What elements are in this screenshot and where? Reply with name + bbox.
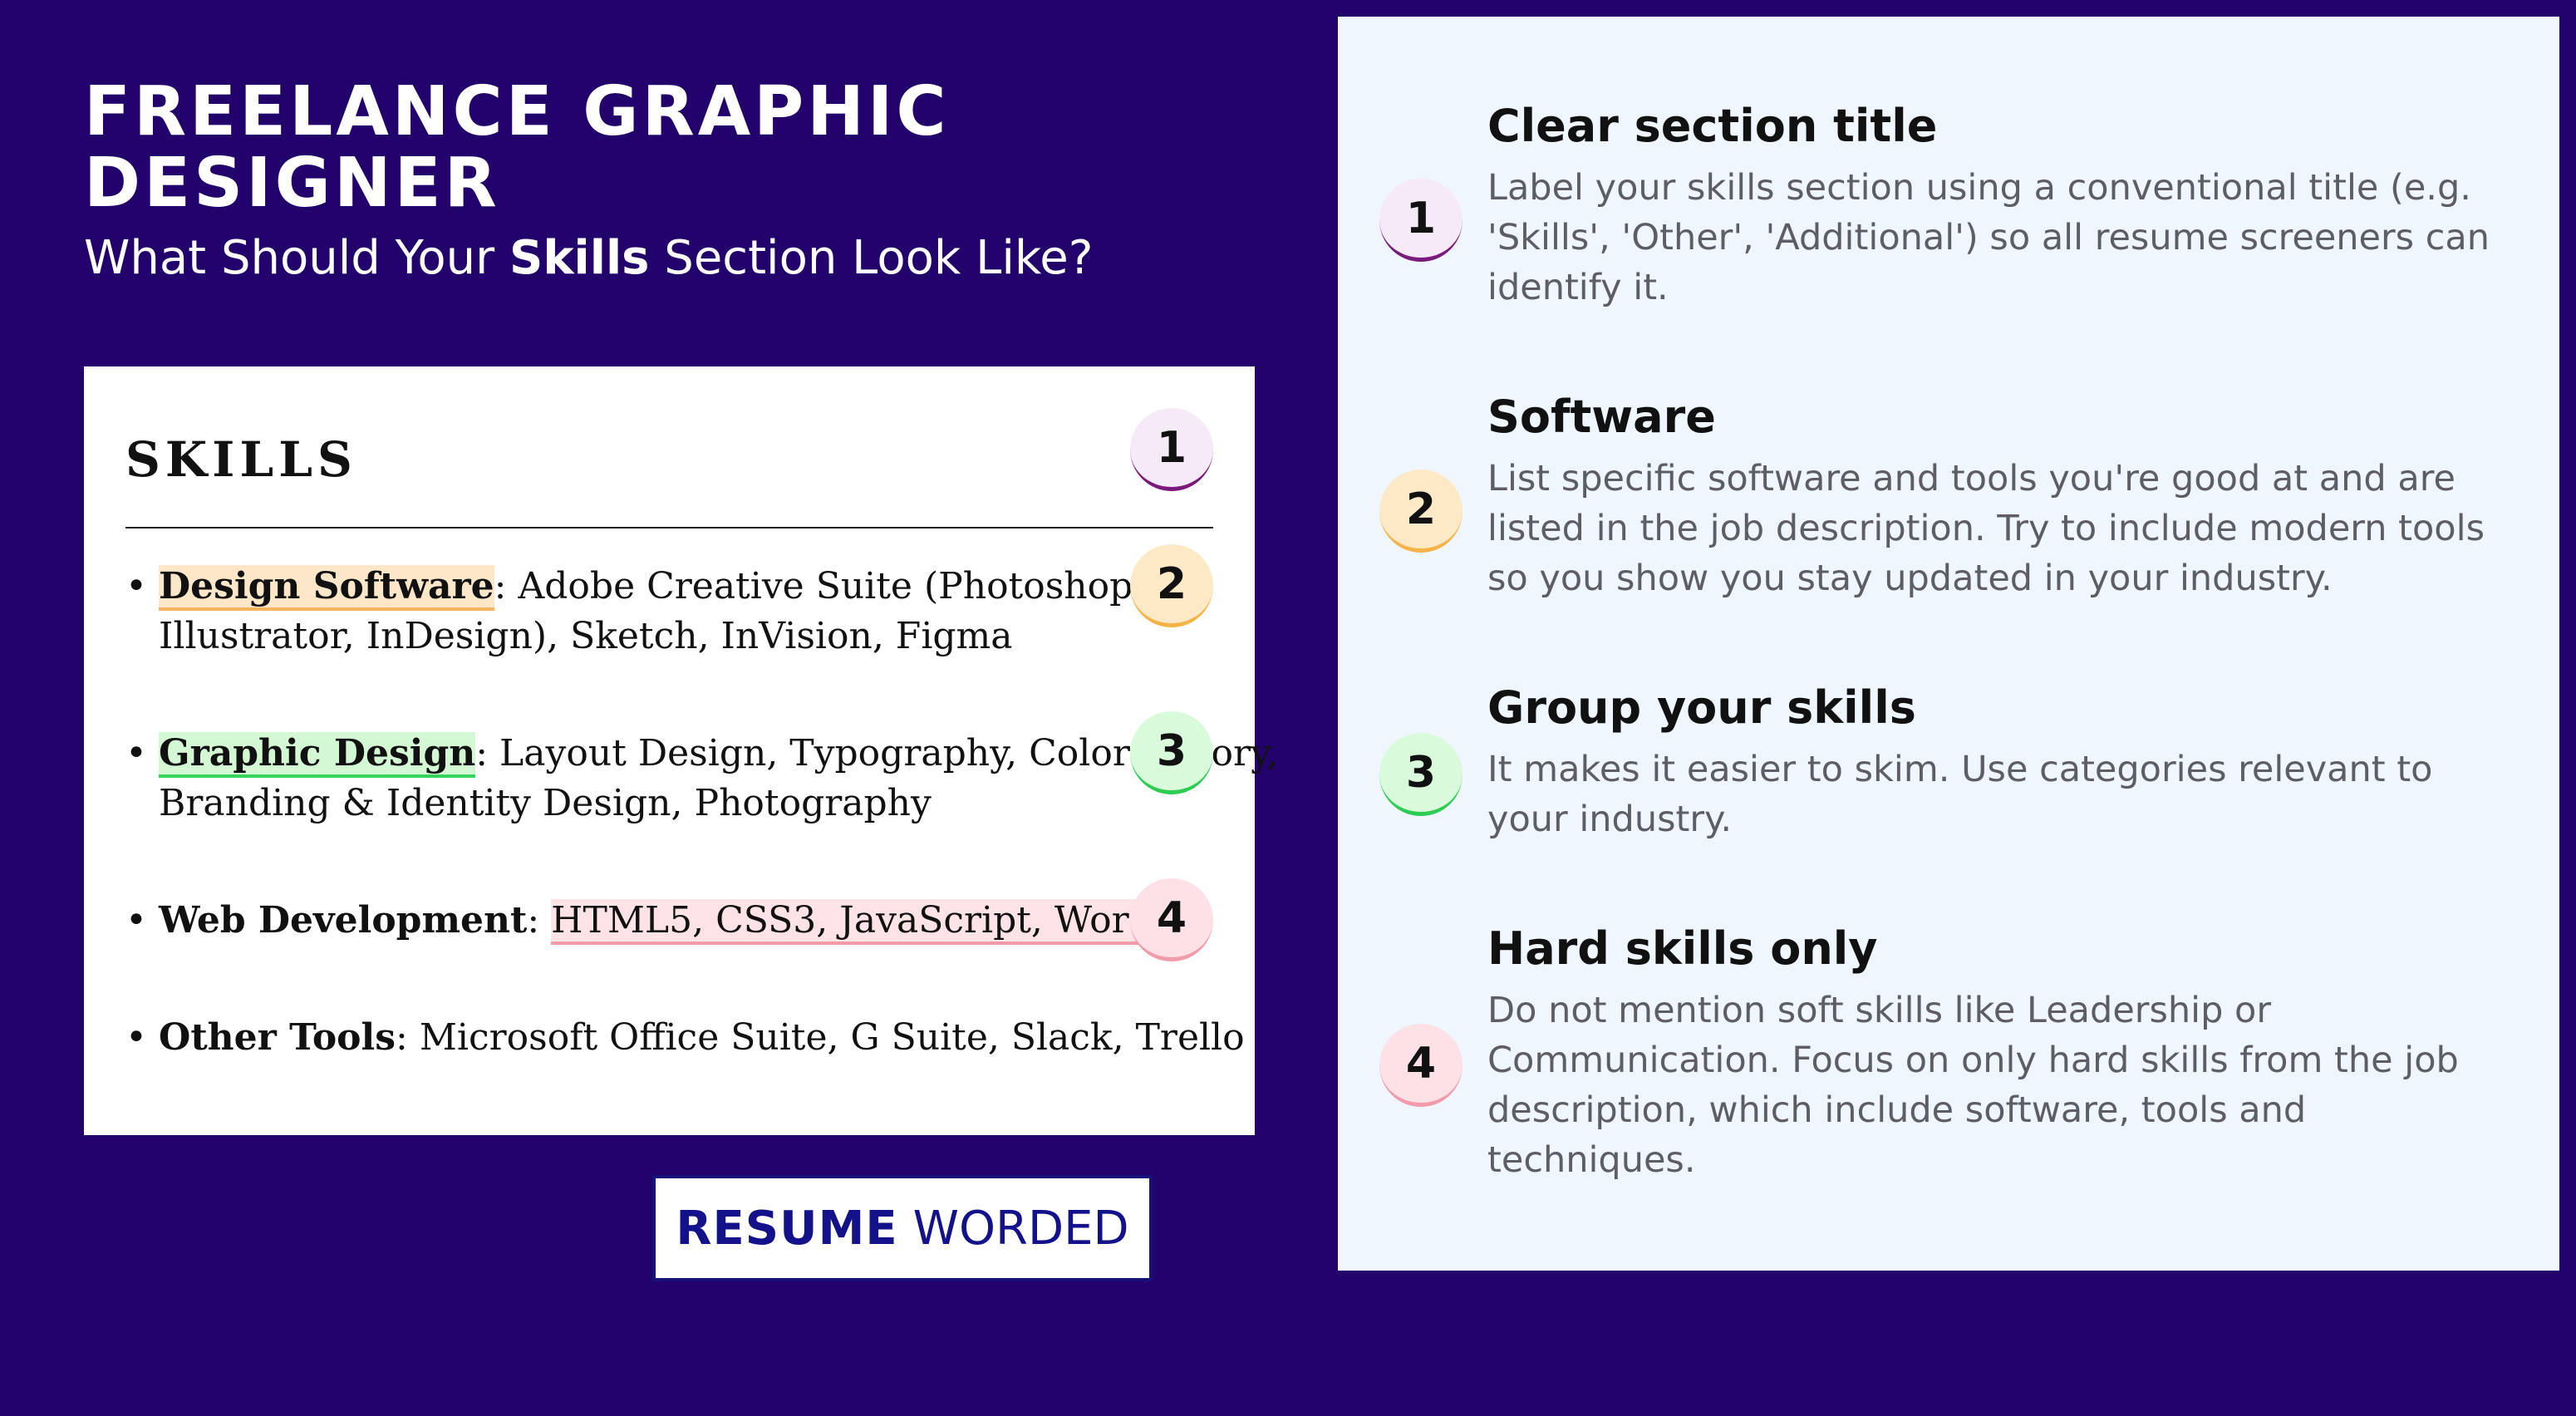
tip-badge-3: 3	[1379, 733, 1463, 816]
skill-separator: :	[527, 899, 552, 942]
logo-bold-word: RESUME	[676, 1201, 898, 1256]
tip-description: List specific software and tools you're …	[1487, 458, 2485, 599]
skill-item-text: Other Tools: Microsoft Office Suite, G S…	[159, 1013, 1245, 1063]
tip-group-your-skills: 3 Group your skills It makes it easier t…	[1338, 681, 2559, 864]
skill-category-label: Design Software	[159, 565, 494, 611]
bullet-dot: •	[125, 565, 147, 607]
skill-item-text: Graphic Design: Layout Design, Typograph…	[159, 729, 1278, 828]
callout-badge-3: 3	[1130, 711, 1213, 794]
tip-description: Label your skills section using a conven…	[1487, 167, 2490, 308]
bullet-dot: •	[125, 1016, 147, 1059]
skill-list: : Adobe Creative Suite (Photoshop,	[494, 565, 1145, 607]
skill-list-continued: Illustrator, InDesign), Sketch, InVision…	[159, 615, 1013, 657]
callout-badge-1: 1	[1130, 408, 1213, 491]
resume-skills-card: SKILLS • Design Software: Adobe Creative…	[84, 366, 1278, 1135]
page-title: FREELANCE GRAPHIC DESIGNER	[84, 76, 1247, 219]
tip-title: Hard skills only	[1487, 922, 1878, 975]
title-line-2: DESIGNER	[84, 144, 500, 223]
page-subtitle: What Should Your Skills Section Look Lik…	[84, 231, 1247, 285]
tip-clear-section-title: 1 Clear section title Label your skills …	[1338, 100, 2559, 349]
subtitle-text-after: Section Look Like?	[649, 231, 1094, 285]
skill-category-label: Web Development	[159, 899, 528, 942]
skill-item-text: Web Development: HTML5, CSS3, JavaScript…	[159, 896, 1181, 946]
page-header: FREELANCE GRAPHIC DESIGNER What Should Y…	[84, 76, 1247, 286]
bullet-dot: •	[125, 732, 147, 774]
skill-list: : Microsoft Office Suite, G Suite, Slack…	[396, 1016, 1245, 1059]
subtitle-text-before: What Should Your	[84, 231, 509, 285]
bullet-dot: •	[125, 899, 147, 942]
tip-hard-skills-only: 4 Hard skills only Do not mention soft s…	[1338, 922, 2559, 1188]
tips-panel: 1 Clear section title Label your skills …	[1338, 17, 2559, 1271]
skill-list-continued: Branding & Identity Design, Photography	[159, 782, 932, 824]
skill-category-label: Graphic Design	[159, 732, 476, 778]
resume-worded-logo: RESUME WORDED	[652, 1175, 1153, 1281]
skill-item-text: Design Software: Adobe Creative Suite (P…	[159, 562, 1144, 661]
tip-description: It makes it easier to skim. Use categori…	[1487, 749, 2433, 840]
subtitle-bold: Skills	[509, 231, 650, 285]
skills-heading: SKILLS	[125, 431, 357, 488]
tip-description: Do not mention soft skills like Leadersh…	[1487, 990, 2459, 1181]
logo-light-word: WORDED	[912, 1201, 1129, 1256]
tip-badge-1: 1	[1379, 179, 1463, 262]
tip-title: Software	[1487, 391, 1716, 443]
heading-divider	[125, 527, 1213, 529]
tip-badge-4: 4	[1379, 1024, 1463, 1107]
tip-title: Group your skills	[1487, 681, 1916, 734]
title-line-1: FREELANCE GRAPHIC	[84, 72, 950, 151]
skill-item-web-development: • Web Development: HTML5, CSS3, JavaScri…	[125, 896, 1181, 954]
tip-title: Clear section title	[1487, 100, 1938, 152]
callout-badge-2: 2	[1130, 544, 1213, 627]
skill-list: HTML5, CSS3, JavaScript, WordPress	[551, 899, 1181, 945]
skill-category-label: Other Tools	[159, 1016, 396, 1059]
tip-software: 2 Software List specific software and to…	[1338, 391, 2559, 640]
tip-badge-2: 2	[1379, 470, 1463, 553]
callout-badge-4: 4	[1130, 878, 1213, 961]
